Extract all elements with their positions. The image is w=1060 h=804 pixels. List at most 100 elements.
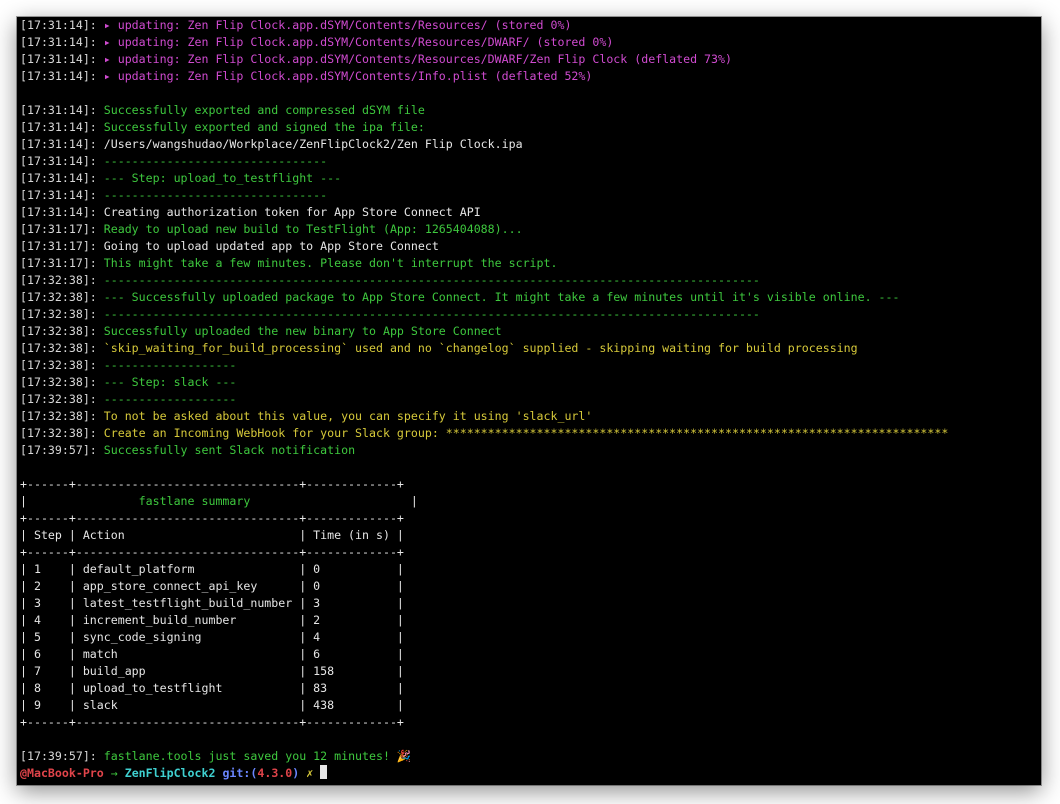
timestamp: [17:31:14]: [20,69,104,83]
log-line: [17:31:14]: ▸ updating: Zen Flip Clock.a… [20,51,1041,68]
log-message: Successfully exported and signed the ipa… [103,120,425,134]
summary-row: | 6 | match | 6 | [20,647,404,661]
timestamp: [17:31:14]: [20,137,104,151]
log-line: [17:31:14]: ▸ updating: Zen Flip Clock.a… [20,34,1041,51]
log-line: [17:31:14]: /Users/wangshudao/Workplace/… [20,136,1041,153]
log-line: [17:32:38]: Successfully uploaded the ne… [20,323,1041,340]
log-message: ▸ updating: Zen Flip Clock.app.dSYM/Cont… [103,18,572,32]
prompt-branch: 4.3.0 [257,766,293,780]
timestamp: [17:32:38]: [20,273,104,287]
timestamp: [17:32:38]: [20,324,104,338]
timestamp: [17:31:14]: [20,171,104,185]
log-message: -------------------------------- [103,154,328,168]
timestamp: [17:31:17]: [20,256,104,270]
timestamp: [17:32:38]: [20,290,104,304]
log-line: [17:31:14]: ▸ updating: Zen Flip Clock.a… [20,17,1041,34]
log-message: Ready to upload new build to TestFlight … [103,222,523,236]
log-line: [17:31:14]: ▸ updating: Zen Flip Clock.a… [20,68,1041,85]
log-message: ▸ updating: Zen Flip Clock.app.dSYM/Cont… [103,35,614,49]
log-line: [17:31:14]: Successfully exported and co… [20,102,1041,119]
timestamp: [17:32:38]: [20,375,104,389]
summary-row: +------+--------------------------------… [20,545,404,559]
log-line: [17:31:14]: ----------------------------… [20,187,1041,204]
log-line: [17:31:17]: Ready to upload new build to… [20,221,1041,238]
footer-message: fastlane.tools just saved you 12 minutes… [103,749,412,763]
log-lines: [17:31:14]: ▸ updating: Zen Flip Clock.a… [20,17,1041,476]
terminal-window[interactable]: [17:31:14]: ▸ updating: Zen Flip Clock.a… [17,17,1041,785]
log-message: Going to upload updated app to App Store… [103,239,439,253]
log-line: [17:32:38]: `skip_waiting_for_build_proc… [20,340,1041,357]
log-message: This might take a few minutes. Please do… [103,256,558,270]
timestamp: [17:32:38]: [20,341,104,355]
log-line: [17:32:38]: ------------------- [20,357,1041,374]
log-message: Successfully sent Slack notification [103,443,356,457]
log-message: ▸ updating: Zen Flip Clock.app.dSYM/Cont… [103,52,732,66]
log-line: [17:31:14]: --- Step: upload_to_testflig… [20,170,1041,187]
terminal-cursor[interactable] [320,765,328,779]
log-line: [17:32:38]: ----------------------------… [20,272,1041,289]
log-message: ------------------- [103,392,237,406]
timestamp: [17:31:14]: [20,103,104,117]
log-line: [17:32:38]: --- Step: slack --- [20,374,1041,391]
log-line: [17:31:14]: Successfully exported and si… [20,119,1041,136]
log-message: --- Step: upload_to_testflight --- [103,171,342,185]
timestamp: [17:31:14]: [20,35,104,49]
fastlane-summary-table: +------+--------------------------------… [20,476,1041,731]
prompt-git-label: git: [222,766,251,780]
prompt-dirty-icon: ✗ [306,766,314,780]
timestamp: [17:39:57]: [20,749,104,763]
timestamp: [17:31:14]: [20,154,104,168]
log-line: [17:31:17]: Going to upload updated app … [20,238,1041,255]
log-message: ▸ updating: Zen Flip Clock.app.dSYM/Cont… [103,69,593,83]
log-line: [17:32:38]: --- Successfully uploaded pa… [20,289,1041,306]
shell-prompt[interactable]: @MacBook-Pro → ZenFlipClock2 git:(4.3.0)… [20,765,1041,782]
timestamp: [17:32:38]: [20,392,104,406]
summary-row: | 1 | default_platform | 0 | [20,562,404,576]
summary-row: | 7 | build_app | 158 | [20,664,404,678]
log-line: [17:31:17]: This might take a few minute… [20,255,1041,272]
log-message: --- Step: slack --- [103,375,237,389]
summary-row: +------+--------------------------------… [20,477,404,491]
log-message: ----------------------------------------… [103,273,760,287]
summary-title: fastlane summary [138,494,251,508]
summary-row: +------+--------------------------------… [20,715,404,729]
log-message: ----------------------------------------… [103,307,760,321]
timestamp: [17:39:57]: [20,443,104,457]
log-message: Creating authorization token for App Sto… [103,205,481,219]
log-line: [17:32:38]: ----------------------------… [20,306,1041,323]
prompt-directory: ZenFlipClock2 [124,766,216,780]
timestamp: [17:31:14]: [20,205,104,219]
summary-row: | 9 | slack | 438 | [20,698,404,712]
log-line: [17:32:38]: To not be asked about this v… [20,408,1041,425]
timestamp: [17:31:17]: [20,222,104,236]
timestamp: [17:31:17]: [20,239,104,253]
log-message: ------------------- [103,358,237,372]
log-message: `skip_waiting_for_build_processing` used… [103,341,858,355]
summary-header-row: | Step | Action | Time (in s) | [20,528,404,542]
log-line: [17:32:38]: Create an Incoming WebHook f… [20,425,1041,442]
timestamp: [17:32:38]: [20,426,104,440]
log-message: /Users/wangshudao/Workplace/ZenFlipClock… [103,137,523,151]
summary-title-row: | fastlane summary | [20,494,418,508]
footer-line: [17:39:57]: fastlane.tools just saved yo… [20,748,1041,765]
timestamp: [17:32:38]: [20,409,104,423]
summary-row: | 5 | sync_code_signing | 4 | [20,630,404,644]
summary-row: | 3 | latest_testflight_build_number | 3… [20,596,404,610]
summary-row: | 4 | increment_build_number | 2 | [20,613,404,627]
log-message: Create an Incoming WebHook for your Slac… [103,426,949,440]
timestamp: [17:32:38]: [20,307,104,321]
timestamp: [17:32:38]: [20,358,104,372]
timestamp: [17:31:14]: [20,18,104,32]
timestamp: [17:31:14]: [20,120,104,134]
log-line: [17:39:57]: Successfully sent Slack noti… [20,442,1041,459]
timestamp: [17:31:14]: [20,188,104,202]
summary-row: | 2 | app_store_connect_api_key | 0 | [20,579,404,593]
terminal-output: [17:31:14]: ▸ updating: Zen Flip Clock.a… [20,17,1041,782]
summary-row: | 8 | upload_to_testflight | 83 | [20,681,404,695]
prompt-host: @MacBook-Pro [20,766,104,780]
prompt-arrow: → [110,766,118,780]
log-message: Successfully exported and compressed dSY… [103,103,425,117]
